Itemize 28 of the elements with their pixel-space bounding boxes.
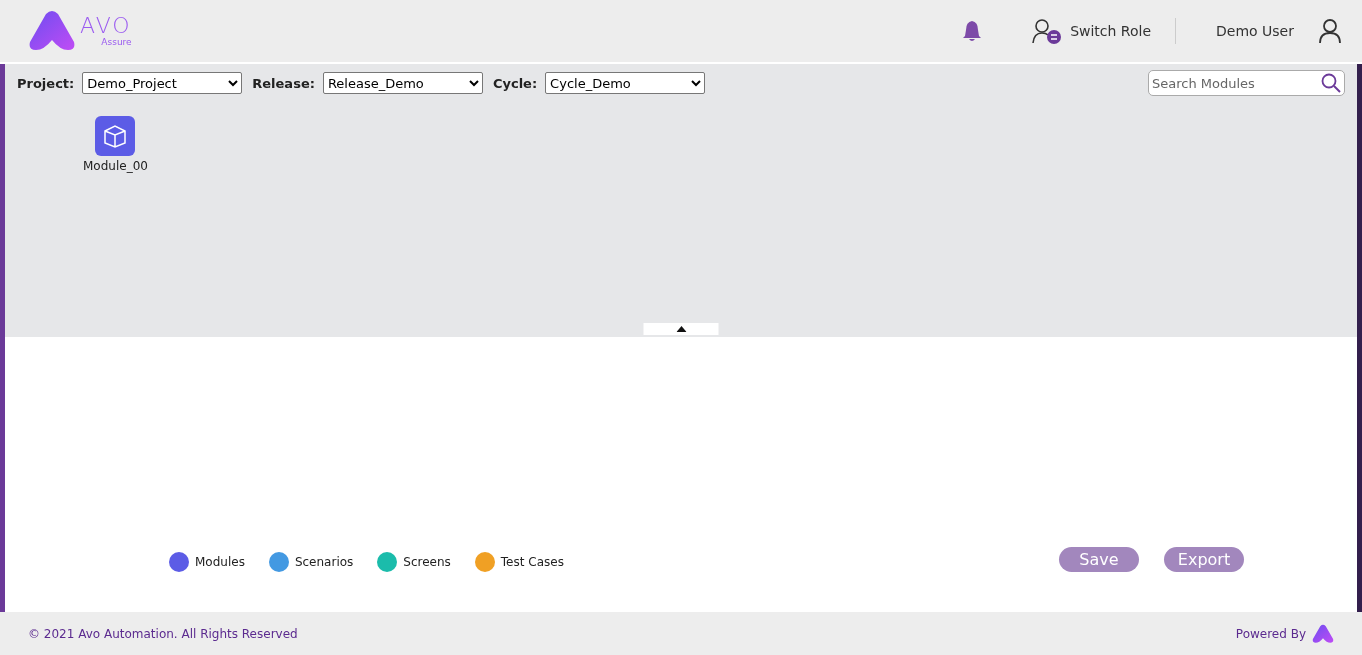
search-field[interactable]: Search Modules	[1148, 70, 1345, 96]
powered-by-text: Powered By	[1235, 626, 1306, 641]
legend-label: Scenarios	[294, 555, 354, 569]
switch-user-icon	[1032, 18, 1063, 44]
logo-subtitle: Assure	[101, 37, 132, 47]
cube-icon	[102, 123, 129, 149]
copyright-text: © 2021 Avo Automation. All Rights Reserved	[28, 626, 298, 641]
logo-name: AVO	[80, 15, 132, 37]
filter-label: Cycle:	[492, 75, 538, 91]
filter-label: Release:	[252, 75, 315, 91]
module-name: Module_00	[83, 159, 148, 173]
bell-icon[interactable]	[962, 20, 983, 42]
user-icon[interactable]	[1318, 18, 1342, 44]
collapse-handle[interactable]	[643, 323, 719, 335]
legend-label: Test Cases	[500, 555, 564, 569]
switch-role-button[interactable]: Switch Role	[1032, 18, 1177, 44]
logo-icon	[1312, 623, 1334, 644]
user-name: Demo User	[1216, 23, 1294, 39]
filter-select[interactable]: Demo_Project	[82, 72, 243, 94]
legend-label: Screens	[403, 555, 451, 569]
filter-label: Project:	[17, 75, 75, 91]
filter-select[interactable]: Cycle_Demo	[545, 72, 706, 94]
logo-icon	[28, 10, 76, 52]
module-node[interactable]	[95, 116, 136, 156]
caret-icon	[676, 326, 686, 332]
legend-label: Modules	[195, 555, 245, 569]
search-icon[interactable]	[1321, 73, 1341, 93]
filter-select[interactable]: Release_Demo	[322, 72, 483, 94]
